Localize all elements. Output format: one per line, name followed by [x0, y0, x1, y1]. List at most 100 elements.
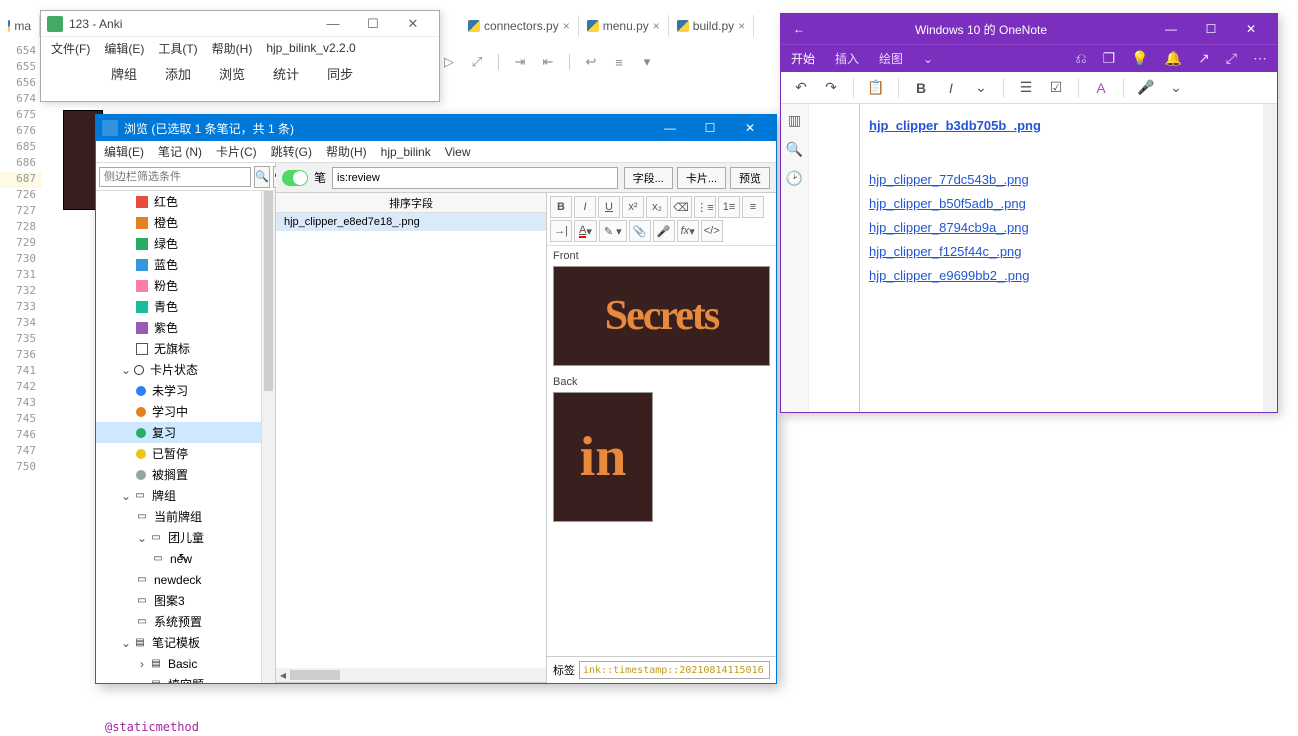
tab-stats[interactable]: 统计	[273, 64, 299, 83]
ribbon-draw[interactable]: 绘图	[879, 50, 903, 67]
html-button[interactable]: </>	[701, 220, 723, 242]
scroll-thumb[interactable]	[290, 670, 340, 680]
font-dropdown[interactable]: ⌄	[969, 76, 993, 100]
redo-button[interactable]: ↷	[819, 76, 843, 100]
indent-icon[interactable]: ⇥	[511, 54, 529, 70]
tab-add[interactable]: 添加	[165, 64, 191, 83]
editor-tab-cut[interactable]: ma	[0, 15, 40, 37]
maximize-button[interactable]: ☐	[690, 121, 730, 135]
superscript-button[interactable]: x²	[622, 196, 644, 218]
tree-row[interactable]: ›▤填空题	[96, 674, 275, 683]
editor-tab-build[interactable]: build.py×	[669, 15, 754, 37]
tree-row[interactable]: 绿色	[96, 233, 275, 254]
subscript-button[interactable]: x₂	[646, 196, 668, 218]
align-button[interactable]: ≡	[742, 196, 764, 218]
tree-row[interactable]: 青色	[96, 296, 275, 317]
sidebar-tree[interactable]: 红色橙色绿色蓝色粉色青色紫色无旗标⌄卡片状态未学习学习中复习已暂停被搁置⌄▭牌组…	[96, 191, 275, 683]
anki-main-titlebar[interactable]: 123 - Anki — ☐ ✕	[41, 11, 439, 37]
minimize-button[interactable]: —	[650, 121, 690, 135]
tree-row-state[interactable]: 被搁置	[96, 464, 275, 485]
tree-row[interactable]: ▭系统预置	[96, 611, 275, 632]
horizontal-scrollbar[interactable]: ◂	[276, 668, 546, 682]
note-card-toggle[interactable]	[282, 170, 308, 186]
onenote-link[interactable]: hjp_clipper_e9699bb2_.png	[869, 264, 1257, 288]
search-icon[interactable]: 🔍	[786, 141, 803, 158]
tree-row[interactable]: 橙色	[96, 212, 275, 233]
idea-icon[interactable]: 💡	[1131, 50, 1148, 67]
maximize-button[interactable]: ☐	[1191, 22, 1231, 36]
tag-input[interactable]	[579, 661, 770, 679]
onenote-link[interactable]: hjp_clipper_b3db705b_.png	[869, 114, 1257, 138]
close-button[interactable]: ✕	[393, 16, 433, 32]
list-icon[interactable]: ≡	[610, 55, 628, 70]
menu-help[interactable]: 帮助(H)	[326, 143, 367, 160]
onenote-titlebar[interactable]: ← Windows 10 的 OneNote — ☐ ✕	[781, 14, 1277, 44]
close-icon[interactable]: ×	[653, 19, 660, 33]
ol-button[interactable]: 1≡	[718, 196, 740, 218]
onenote-link[interactable]: hjp_clipper_77dc543b_.png	[869, 168, 1257, 192]
onenote-link[interactable]: hjp_clipper_f125f44c_.png	[869, 240, 1257, 264]
ribbon-insert[interactable]: 插入	[835, 50, 859, 67]
outdent-icon[interactable]: ⇤	[539, 54, 557, 70]
ribbon-more[interactable]: ⌄	[923, 52, 933, 66]
editor-tab-menu[interactable]: menu.py×	[579, 15, 669, 37]
tree-row[interactable]: ▭图案3	[96, 590, 275, 611]
ul-button[interactable]: ⋮≡	[694, 196, 716, 218]
tree-row-state[interactable]: 未学习	[96, 380, 275, 401]
tree-row[interactable]: ⌄卡片状态	[96, 359, 275, 380]
tree-row[interactable]: 紫色	[96, 317, 275, 338]
indent-button[interactable]: →|	[550, 220, 572, 242]
scrollbar[interactable]	[261, 191, 275, 683]
menu-tools[interactable]: 工具(T)	[158, 40, 197, 57]
tab-sync[interactable]: 同步	[327, 64, 353, 83]
bell-icon[interactable]: 🔔	[1165, 50, 1182, 67]
back-image[interactable]: in	[553, 392, 653, 522]
play-icon[interactable]: ▷	[440, 54, 458, 70]
tree-row[interactable]: ⌄▭团儿童	[96, 527, 275, 548]
expand-icon[interactable]: ⤢	[468, 54, 486, 70]
list-button[interactable]: ☰	[1014, 76, 1038, 100]
menu-hjpbilink[interactable]: hjp_bilink	[381, 145, 431, 159]
list-header-sortfield[interactable]: 排序字段	[276, 193, 546, 213]
tree-row-state[interactable]: 学习中	[96, 401, 275, 422]
share-icon[interactable]: ↗	[1198, 50, 1210, 67]
list-row[interactable]: hjp_clipper_e8ed7e18_.png	[276, 213, 546, 231]
editor-tab-connectors[interactable]: connectors.py×	[460, 15, 579, 37]
maximize-button[interactable]: ☐	[353, 16, 393, 32]
fields-button[interactable]: 字段...	[624, 167, 673, 189]
menu-view[interactable]: View	[445, 145, 471, 159]
clipboard-button[interactable]: 📋	[864, 76, 888, 100]
search-input[interactable]	[332, 167, 618, 189]
scrollbar[interactable]	[1263, 104, 1277, 412]
tree-row[interactable]: ⌄▤笔记模板	[96, 632, 275, 653]
menu-cards[interactable]: 卡片(C)	[216, 143, 257, 160]
page-icon[interactable]: ❐	[1103, 50, 1116, 67]
tree-row[interactable]: ▭new ↖	[96, 548, 275, 569]
undo-icon[interactable]: ⎌	[1075, 50, 1086, 67]
bold-button[interactable]: B	[550, 196, 572, 218]
todo-button[interactable]: ☑	[1044, 76, 1068, 100]
notebooks-icon[interactable]: ▥	[788, 112, 801, 129]
tree-row[interactable]: 红色	[96, 191, 275, 212]
browse-titlebar[interactable]: 浏览 (已选取 1 条笔记，共 1 条) — ☐ ✕	[96, 115, 776, 141]
close-icon[interactable]: ×	[563, 19, 570, 33]
dictate-button[interactable]: 🎤	[1134, 76, 1158, 100]
undo-button[interactable]: ↶	[789, 76, 813, 100]
tree-row[interactable]: ▭newdeck	[96, 569, 275, 590]
preview-button[interactable]: 预览	[730, 167, 770, 189]
tree-row[interactable]: ›▤Basic	[96, 653, 275, 674]
close-button[interactable]: ✕	[730, 121, 770, 135]
wrap-icon[interactable]: ↩	[582, 54, 600, 70]
onenote-link[interactable]: hjp_clipper_8794cb9a_.png	[869, 216, 1257, 240]
cards-button[interactable]: 卡片...	[677, 167, 726, 189]
close-icon[interactable]: ×	[738, 19, 745, 33]
menu-hjpbilink[interactable]: hjp_bilink_v2.2.0	[266, 41, 355, 55]
onenote-link[interactable]: hjp_clipper_b50f5adb_.png	[869, 192, 1257, 216]
tree-row-state[interactable]: 已暂停	[96, 443, 275, 464]
text-color-button[interactable]: A ▾	[574, 220, 597, 242]
bold-button[interactable]: B	[909, 76, 933, 100]
back-button[interactable]: ←	[787, 22, 811, 36]
dictate-dropdown[interactable]: ⌄	[1164, 76, 1188, 100]
close-button[interactable]: ✕	[1231, 22, 1271, 36]
mic-button[interactable]: 🎤	[653, 220, 675, 242]
